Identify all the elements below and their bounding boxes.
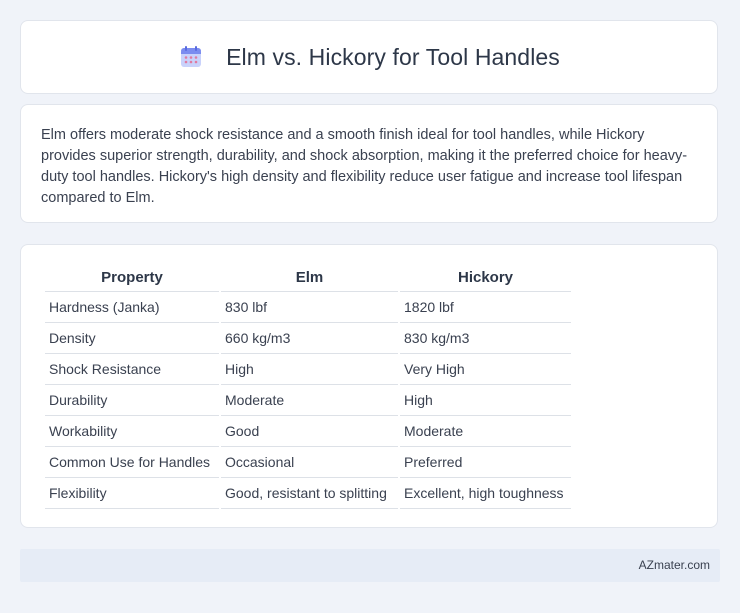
table-cell: 1820 lbf (400, 292, 571, 323)
table-cell: Common Use for Handles (45, 447, 219, 478)
table-header-row: Property Elm Hickory (45, 263, 571, 292)
comparison-table: Property Elm Hickory Hardness (Janka) 83… (43, 263, 573, 509)
table-cell: Preferred (400, 447, 571, 478)
table-cell: High (400, 385, 571, 416)
table-cell: High (221, 354, 398, 385)
column-header-hickory: Hickory (400, 263, 571, 292)
comparison-table-card: Property Elm Hickory Hardness (Janka) 83… (20, 244, 718, 528)
table-row: Common Use for Handles Occasional Prefer… (45, 447, 571, 478)
table-cell: Good, resistant to splitting (221, 478, 398, 509)
summary-card: Elm offers moderate shock resistance and… (20, 104, 718, 223)
table-cell: Durability (45, 385, 219, 416)
table-cell: 830 kg/m3 (400, 323, 571, 354)
page-title: Elm vs. Hickory for Tool Handles (226, 43, 560, 70)
table-cell: Moderate (400, 416, 571, 447)
table-cell: Good (221, 416, 398, 447)
table-cell: Occasional (221, 447, 398, 478)
title-card: Elm vs. Hickory for Tool Handles (20, 20, 718, 94)
table-cell: Workability (45, 416, 219, 447)
table-cell: Flexibility (45, 478, 219, 509)
table-row: Density 660 kg/m3 830 kg/m3 (45, 323, 571, 354)
table-row: Workability Good Moderate (45, 416, 571, 447)
footer-bar: AZmater.com (20, 549, 720, 582)
table-cell: Density (45, 323, 219, 354)
table-cell: 660 kg/m3 (221, 323, 398, 354)
footer-brand: AZmater.com (638, 558, 710, 572)
table-cell: Very High (400, 354, 571, 385)
table-cell: Excellent, high toughness (400, 478, 571, 509)
summary-paragraph: Elm offers moderate shock resistance and… (41, 127, 688, 206)
table-cell: Shock Resistance (45, 354, 219, 385)
table-row: Hardness (Janka) 830 lbf 1820 lbf (45, 292, 571, 323)
column-header-property: Property (45, 263, 219, 292)
column-header-elm: Elm (221, 263, 398, 292)
table-row: Shock Resistance High Very High (45, 354, 571, 385)
table-cell: 830 lbf (221, 292, 398, 323)
table-row: Durability Moderate High (45, 385, 571, 416)
calendar-icon (178, 44, 204, 70)
table-cell: Hardness (Janka) (45, 292, 219, 323)
table-cell: Moderate (221, 385, 398, 416)
table-row: Flexibility Good, resistant to splitting… (45, 478, 571, 509)
